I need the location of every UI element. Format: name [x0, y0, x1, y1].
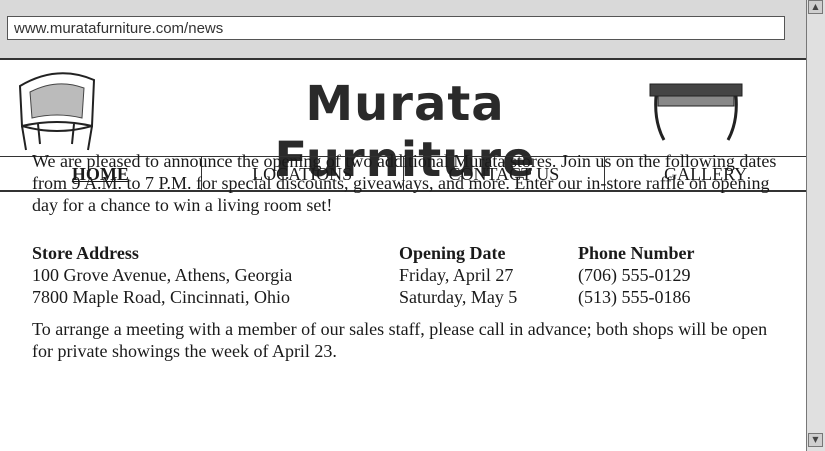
closing-paragraph: To arrange a meeting with a member of ou… — [32, 319, 768, 361]
browser-window: www.muratafurniture.com/news Murata Furn… — [0, 0, 806, 451]
phone-header: Phone Number — [578, 243, 695, 263]
announcement: We are pleased to announce the opening o… — [32, 150, 777, 361]
phone-number: (513) 555-0186 — [578, 287, 691, 307]
vertical-scrollbar[interactable]: ▲ ▼ — [806, 0, 825, 451]
intro-paragraph: We are pleased to announce the opening o… — [32, 151, 777, 215]
date-header: Opening Date — [399, 243, 506, 263]
table-illustration — [649, 83, 743, 141]
store-address: 100 Grove Avenue, Athens, Georgia — [32, 265, 293, 285]
site-header: Murata Furniture — [0, 60, 806, 188]
url-text: www.muratafurniture.com/news — [14, 20, 224, 37]
date-column: Opening Date Friday, April 27 Saturday, … — [399, 242, 517, 308]
address-header: Store Address — [32, 243, 139, 263]
opening-date: Saturday, May 5 — [399, 287, 518, 307]
chair-illustration — [18, 72, 96, 151]
opening-date: Friday, April 27 — [399, 265, 514, 285]
phone-column: Phone Number (706) 555-0129 (513) 555-01… — [578, 242, 695, 308]
address-bar[interactable]: www.muratafurniture.com/news — [7, 16, 785, 40]
address-column: Store Address 100 Grove Avenue, Athens, … — [32, 242, 292, 308]
scroll-up-arrow-icon[interactable]: ▲ — [808, 0, 823, 14]
phone-number: (706) 555-0129 — [578, 265, 691, 285]
scroll-down-arrow-icon[interactable]: ▼ — [808, 433, 823, 447]
store-address: 7800 Maple Road, Cincinnati, Ohio — [32, 287, 290, 307]
